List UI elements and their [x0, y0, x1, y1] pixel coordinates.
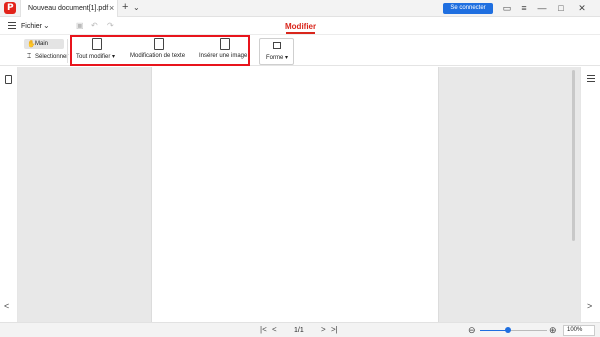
vertical-scrollbar[interactable]: [572, 70, 575, 241]
next-page-icon[interactable]: >: [321, 325, 326, 334]
zoom-slider-fill: [480, 330, 508, 331]
app-logo: P: [4, 2, 16, 14]
collapse-right-chevron-icon[interactable]: >: [587, 301, 592, 311]
main-menu-icon[interactable]: [8, 22, 16, 29]
new-tab-icon[interactable]: +: [122, 1, 128, 13]
page-indicator[interactable]: 1/1: [294, 327, 304, 334]
tab-modifier[interactable]: Modifier: [285, 22, 316, 31]
app-menu-icon[interactable]: ≡: [518, 2, 530, 14]
hand-tool-label: Main: [35, 41, 49, 47]
file-menu[interactable]: Fichier: [21, 23, 42, 30]
left-sidebar: <: [0, 67, 18, 322]
shape-tool-label: Forme ▾: [266, 55, 289, 61]
text-cursor-icon: ⌶: [27, 53, 32, 60]
connect-button[interactable]: Se connecter: [443, 3, 493, 14]
last-page-icon[interactable]: >|: [331, 325, 338, 334]
chat-icon[interactable]: ▭: [501, 2, 513, 14]
page-thumbnail-icon[interactable]: [5, 75, 12, 84]
status-bar: |< < 1/1 > >| ⊖ ⊕ 100%: [0, 322, 600, 337]
zoom-out-icon[interactable]: ⊖: [468, 325, 476, 336]
highlight-annotation-box: [70, 35, 250, 66]
select-tool-button[interactable]: ⌶ Sélectionner: [24, 52, 68, 62]
minimize-icon[interactable]: —: [536, 2, 548, 14]
first-page-icon[interactable]: |<: [260, 325, 267, 334]
collapse-left-chevron-icon[interactable]: <: [4, 301, 9, 311]
ribbon-divider: [67, 39, 68, 63]
properties-menu-icon[interactable]: [587, 75, 595, 82]
zoom-level-select[interactable]: 100%: [563, 325, 595, 336]
document-canvas: [18, 67, 580, 322]
previous-page-icon[interactable]: <: [272, 325, 277, 334]
hand-tool-button[interactable]: ✋ Main: [24, 39, 64, 49]
tab-list-chevron-icon[interactable]: ⌄: [133, 3, 140, 12]
zoom-in-icon[interactable]: ⊕: [549, 325, 557, 336]
file-chevron-icon[interactable]: ⌄: [43, 21, 50, 30]
active-tab-indicator: [286, 32, 315, 34]
zoom-slider-handle[interactable]: [505, 327, 511, 333]
redo-icon[interactable]: ↷: [107, 21, 114, 30]
document-tab-label: Nouveau document[1].pdf: [28, 5, 109, 12]
pdf-page[interactable]: [151, 67, 439, 322]
save-icon[interactable]: ▣: [76, 21, 84, 30]
document-tab[interactable]: Nouveau document[1].pdf ×: [20, 0, 118, 17]
rectangle-shape-icon: [273, 42, 281, 49]
shape-tool-button[interactable]: Forme ▾: [259, 38, 294, 65]
tab-close-icon[interactable]: ×: [109, 3, 114, 13]
select-tool-label: Sélectionner: [35, 54, 69, 60]
title-bar: P Nouveau document[1].pdf × + ⌄ Se conne…: [0, 0, 600, 17]
undo-icon[interactable]: ↶: [91, 21, 98, 30]
close-window-icon[interactable]: ✕: [576, 2, 588, 14]
right-sidebar: >: [580, 67, 600, 322]
logo-letter: P: [7, 3, 14, 13]
maximize-icon[interactable]: □: [555, 2, 567, 14]
